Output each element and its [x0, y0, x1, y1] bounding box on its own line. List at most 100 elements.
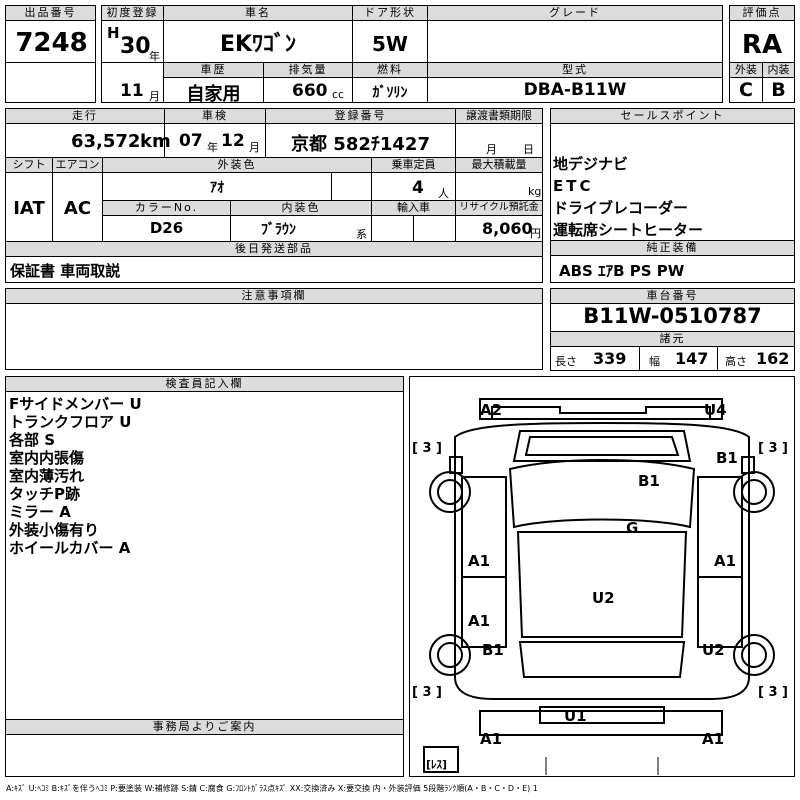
color-number-label: カラーNo. — [103, 201, 230, 216]
sales-points-list: 地デジナビ ETC ドライブレコーダー 運転席シートヒーター — [553, 153, 703, 241]
max-load-box: 最大積載量 kg — [455, 157, 543, 201]
first-registration-box: 初度登録 H 30 年 — [101, 5, 164, 63]
front-left-wheel — [429, 471, 471, 513]
ac-label: エアコン — [53, 158, 102, 173]
interior-color-label: 内装色 — [231, 201, 371, 216]
inspector-item: 各部 S — [9, 431, 56, 449]
legend: A:ｷｽﾞ U:ﾍｺﾐ B:ｷｽﾞを伴うﾍｺﾐ P:要塗装 W:補修跡 S:錆 … — [6, 784, 538, 793]
sales-points-label: セールスポイント — [551, 109, 794, 124]
interior-color: ﾌﾞﾗｳﾝ — [261, 222, 296, 238]
interior-color-box: 内装色 ﾌﾞﾗｳﾝ 系 — [230, 200, 372, 242]
windshield — [508, 459, 696, 529]
ac-value: AC — [63, 198, 92, 219]
damage-mark: B1 — [638, 472, 660, 490]
spare-tire-label: [ﾚｽ] — [426, 758, 448, 771]
sales-point: ETC — [553, 177, 594, 195]
rear-right-wheel — [733, 634, 775, 676]
inspector-item: 外装小傷有り — [9, 521, 100, 539]
exterior-color-box: 外装色 ｱｵ — [102, 157, 372, 201]
color-number: D26 — [149, 219, 184, 237]
exterior-color-label: 外装色 — [103, 158, 371, 173]
exterior-grade-box: 外装 C — [729, 62, 763, 103]
transfer-box: 譲渡書類期限 月 日 — [455, 108, 543, 158]
score-label: 評価点 — [730, 6, 794, 21]
import-label: 輸入車 — [372, 201, 455, 216]
recycle-unit: 円 — [530, 227, 541, 240]
ac-box: エアコン AC — [52, 157, 103, 242]
max-load-unit: kg — [528, 185, 542, 198]
lot-number-label: 出品番号 — [6, 6, 95, 21]
tire-tread: [ 3 ] — [758, 441, 788, 456]
tire-tread: [ 3 ] — [412, 685, 442, 700]
max-load-label: 最大積載量 — [456, 158, 542, 173]
fuel-label: 燃料 — [353, 63, 427, 78]
damage-mark: A1 — [714, 552, 737, 570]
hood — [512, 430, 692, 462]
office-box: 事務局よりご案内 — [5, 719, 404, 777]
height-label: 高さ — [725, 355, 747, 368]
inspector-item: トランクフロア U — [9, 413, 132, 431]
mileage-box: 走行 63,572 km — [5, 108, 171, 158]
damage-mark: G — [626, 519, 639, 537]
rear-right-door — [697, 576, 743, 648]
damage-mark: U2 — [592, 589, 615, 607]
car-name: EKﾜｺﾞﾝ — [219, 32, 297, 57]
interior-grade-box: 内装 B — [762, 62, 795, 103]
shift-value: IAT — [13, 198, 45, 219]
recycle-value: 8,060 — [482, 219, 533, 238]
car-name-label: 車名 — [164, 6, 352, 21]
grade-box: グレード — [427, 5, 723, 63]
sales-points-box: セールスポイント 地デジナビ ETC ドライブレコーダー 運転席シートヒーター — [550, 108, 795, 241]
inspector-item: ホイールカバー A — [9, 539, 131, 557]
chassis-number: B11W-0510787 — [583, 304, 762, 328]
capacity-unit: 人 — [438, 187, 449, 200]
inspector-item: 室内薄汚れ — [9, 467, 85, 485]
damage-mark: A1 — [702, 730, 725, 748]
inspection-year-unit: 年 — [207, 141, 218, 154]
door-type: 5W — [372, 32, 408, 56]
hood-inner — [524, 436, 680, 456]
inspector-label: 検査員記入欄 — [6, 377, 403, 392]
recycle-label: リサイクル預託金 — [456, 201, 542, 216]
registration-box: 登録番号 京都 582ﾁ1427 — [265, 108, 456, 158]
capacity-box: 乗車定員 4 人 — [371, 157, 456, 201]
history-box: 車歴 自家用 — [163, 62, 264, 105]
car-diagram-svg — [423, 398, 775, 775]
dimensions-box: 諸元 長さ 339 幅 147 高さ 162 — [550, 331, 795, 371]
front-bumper-inner — [491, 406, 711, 419]
model-label: 型式 — [428, 63, 722, 78]
inspector-list: Fサイドメンバー U トランクフロア U 各部 S 室内内張傷 室内薄汚れ タッ… — [9, 395, 142, 557]
history-label: 車歴 — [164, 63, 263, 78]
shift-label: シフト — [6, 158, 52, 173]
registration-label: 登録番号 — [266, 109, 455, 124]
later-parts-label: 後日発送部品 — [6, 242, 542, 257]
exterior-grade: C — [739, 79, 753, 101]
chassis-box: 車台番号 B11W-0510787 — [550, 288, 795, 332]
displacement-label: 排気量 — [264, 63, 352, 78]
model-value: DBA-B11W — [523, 80, 627, 100]
width-value: 147 — [675, 349, 709, 368]
first-registration-label: 初度登録 — [102, 6, 163, 21]
inspector-item: 室内内張傷 — [9, 449, 85, 467]
interior-color-unit: 系 — [356, 228, 367, 241]
damage-mark: A1 — [468, 612, 491, 630]
displacement-value: 660 — [292, 81, 328, 101]
inspection-label: 車検 — [165, 109, 265, 124]
roof — [516, 531, 688, 638]
inspector-item: ミラー A — [9, 503, 71, 521]
inspection-box: 車検 07 年 12 月 — [164, 108, 266, 158]
mileage-value: 63,572 — [71, 131, 141, 152]
width-label: 幅 — [649, 355, 660, 368]
mileage-label: 走行 — [6, 109, 164, 124]
dimensions-label: 諸元 — [551, 332, 794, 347]
capacity-value: 4 — [412, 178, 424, 198]
damage-mark: A2 — [480, 401, 503, 419]
score-box: 評価点 RA — [729, 5, 795, 63]
inspection-year: 07 — [179, 131, 203, 151]
height-value: 162 — [756, 349, 790, 368]
door-label: ドア形状 — [353, 6, 427, 21]
car-name-box: 車名 EKﾜｺﾞﾝ — [163, 5, 353, 63]
damage-mark: U4 — [704, 401, 727, 419]
exterior-grade-label: 外装 — [730, 63, 762, 78]
length-value: 339 — [593, 349, 627, 368]
